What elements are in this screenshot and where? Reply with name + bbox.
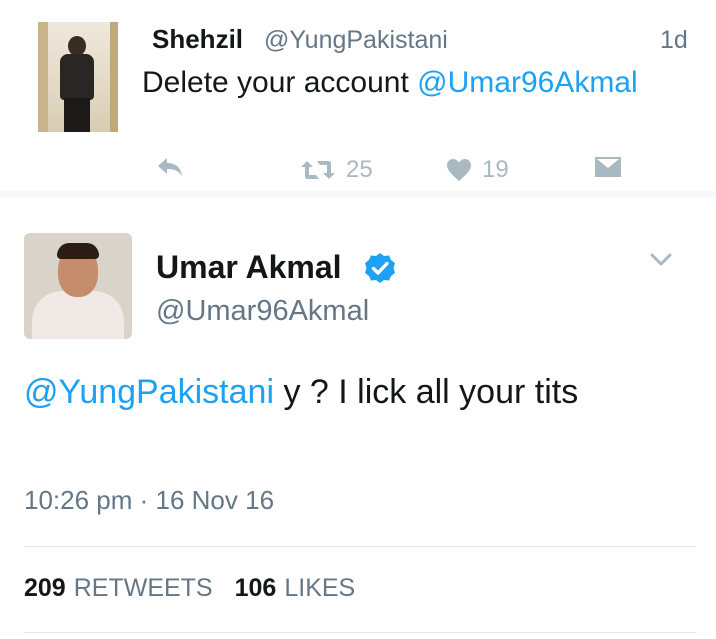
main-tweet: Umar Akmal @Umar96Akmal @YungPakistani y… (0, 197, 716, 639)
avatar[interactable] (38, 22, 118, 132)
reply-icon (158, 158, 182, 176)
tweet-age: 1d (660, 26, 688, 54)
author-name[interactable]: Shehzil (152, 24, 243, 55)
tweet-text-body: y ? I lick all your tits (274, 373, 579, 411)
likes-label[interactable]: LIKES (284, 574, 355, 602)
divider (24, 632, 696, 633)
likes-count[interactable]: 106 (235, 574, 277, 602)
divider (24, 546, 696, 547)
author-handle[interactable]: @YungPakistani (264, 26, 448, 55)
retweets-label[interactable]: RETWEETS (74, 574, 213, 602)
reply-tweet[interactable]: Shehzil @YungPakistani 1d Delete your ac… (0, 0, 716, 197)
verified-badge-icon (365, 253, 395, 283)
chevron-down-icon[interactable] (650, 253, 672, 267)
retweets-count[interactable]: 209 (24, 574, 66, 602)
retweet-button[interactable]: 25 (300, 156, 373, 184)
tweet-text: @YungPakistani y ? I lick all your tits (24, 373, 578, 412)
mention-link[interactable]: @Umar96Akmal (417, 66, 638, 99)
heart-icon (447, 159, 471, 181)
retweet-icon (301, 161, 335, 179)
envelope-icon (595, 157, 621, 177)
tweet-timestamp: 10:26 pm · 16 Nov 16 (24, 485, 275, 515)
author-name[interactable]: Umar Akmal (156, 249, 342, 286)
like-button[interactable]: 19 (446, 156, 509, 184)
direct-message-button[interactable] (594, 156, 622, 178)
tweet-text: Delete your account @Umar96Akmal (142, 66, 638, 100)
retweet-count: 25 (346, 156, 373, 183)
like-count: 19 (482, 156, 509, 183)
tweet-text-body: Delete your account (142, 66, 418, 99)
author-handle[interactable]: @Umar96Akmal (156, 295, 369, 328)
avatar[interactable] (24, 233, 132, 339)
mention-link[interactable]: @YungPakistani (24, 373, 274, 411)
engagement-stats: 209 RETWEETS 106 LIKES (24, 574, 377, 603)
reply-button[interactable] (156, 156, 184, 178)
